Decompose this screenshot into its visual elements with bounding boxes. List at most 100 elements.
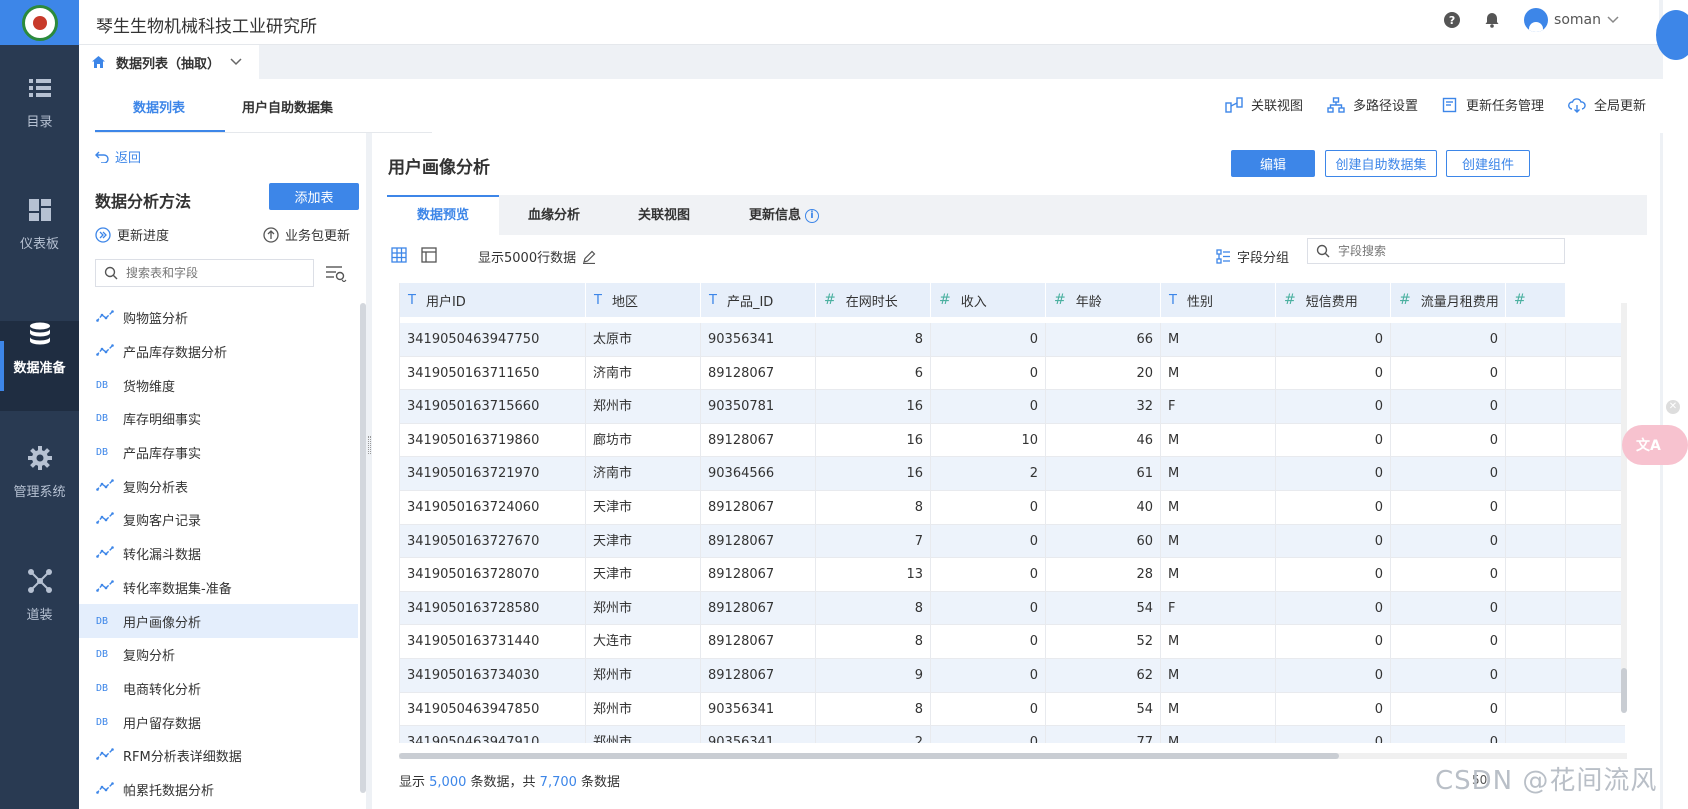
table-cell: 3419050163728070 bbox=[400, 558, 586, 592]
column-header[interactable]: T 用户ID bbox=[400, 283, 586, 317]
splitter-grip[interactable] bbox=[368, 436, 371, 454]
table-list-item[interactable]: DB 货物维度 bbox=[79, 368, 358, 402]
nav-item-catalog[interactable]: 目录 bbox=[0, 75, 79, 165]
table-cell: 大连市 bbox=[586, 625, 701, 659]
nav-label: 道装 bbox=[26, 608, 53, 623]
table-cell: 0 bbox=[931, 323, 1046, 356]
table-search[interactable] bbox=[95, 259, 314, 287]
column-header[interactable]: # bbox=[1506, 283, 1566, 317]
bell-icon[interactable] bbox=[1484, 12, 1500, 28]
table-list-label: 用户留存数据 bbox=[123, 716, 202, 732]
grid-view-icon[interactable] bbox=[391, 247, 407, 263]
table-row: 3419050163724060 天津市 89128067 8 0 40 M 0 0 bbox=[400, 490, 1625, 525]
tab-update-info[interactable]: 更新信息 i bbox=[719, 195, 849, 235]
sidebar: 返回 数据分析方法 添加表 更新进度 业务包更新 购物篮分析产品库存数据分析 DB… bbox=[79, 133, 366, 809]
horizontal-scroll-thumb[interactable] bbox=[399, 753, 1339, 759]
column-header[interactable]: T 产品_ID bbox=[701, 283, 816, 317]
info-icon[interactable]: i bbox=[805, 208, 819, 223]
tab-data-preview[interactable]: 数据预览 bbox=[387, 195, 499, 235]
upload-icon bbox=[263, 226, 279, 243]
column-header-label: 短信费用 bbox=[1305, 294, 1358, 310]
global-update-button[interactable]: 全局更新 bbox=[1568, 95, 1646, 114]
column-header-label: 收入 bbox=[960, 294, 987, 310]
tab-relation-view[interactable]: 关联视图 bbox=[609, 195, 719, 235]
table-list-item[interactable]: 转化率数据集-准备 bbox=[79, 571, 358, 605]
column-header[interactable]: T 性别 bbox=[1161, 283, 1276, 317]
table-cell: 3419050163728580 bbox=[400, 591, 586, 625]
nav-item-dashboard[interactable]: 仪表板 bbox=[0, 197, 79, 287]
table-list-item[interactable]: 复购客户记录 bbox=[79, 503, 358, 537]
table-list-item[interactable]: 产品库存数据分析 bbox=[79, 335, 358, 369]
user-menu[interactable]: soman bbox=[1524, 8, 1619, 32]
add-table-button[interactable]: 添加表 bbox=[269, 183, 359, 210]
nav-item-network[interactable]: 道装 bbox=[0, 568, 79, 658]
column-header[interactable]: # 收入 bbox=[931, 283, 1046, 317]
table-search-input[interactable] bbox=[126, 266, 313, 280]
table-cell: 天津市 bbox=[586, 490, 701, 524]
db-table-icon: DB bbox=[96, 379, 109, 391]
nav-item-data-prep[interactable]: 数据准备 bbox=[0, 321, 79, 411]
table-cell: 0 bbox=[931, 390, 1046, 424]
filter-list-icon[interactable] bbox=[325, 264, 347, 282]
table-cell: 90356341 bbox=[701, 726, 816, 743]
package-update-button[interactable]: 业务包更新 bbox=[263, 225, 350, 244]
help-icon[interactable]: ? bbox=[1444, 12, 1461, 28]
number-type-icon: # bbox=[1514, 292, 1526, 308]
column-header[interactable]: # 年龄 bbox=[1046, 283, 1161, 317]
table-list-item[interactable]: DB 复购分析 bbox=[79, 638, 358, 672]
text-type-icon: T bbox=[408, 292, 416, 308]
layout-icon[interactable] bbox=[421, 247, 437, 263]
table-list-item[interactable]: DB 电商转化分析 bbox=[79, 672, 358, 706]
field-search[interactable] bbox=[1307, 238, 1565, 264]
table-list-item[interactable]: RFM分析表详细数据 bbox=[79, 739, 358, 773]
vertical-scrollbar[interactable] bbox=[1621, 303, 1627, 708]
relation-icon bbox=[1225, 96, 1243, 113]
page-title: 用户画像分析 bbox=[388, 158, 490, 178]
logo[interactable] bbox=[0, 0, 79, 45]
table-list-item[interactable]: DB 用户留存数据 bbox=[79, 705, 358, 739]
update-progress-button[interactable]: 更新进度 bbox=[95, 225, 169, 244]
table-cell: M bbox=[1161, 658, 1276, 692]
table-list-item[interactable]: DB 用户画像分析 bbox=[79, 604, 358, 638]
assistant-bubble[interactable] bbox=[1656, 10, 1688, 60]
create-component-button[interactable]: 创建组件 bbox=[1446, 150, 1530, 177]
table-cell bbox=[1506, 658, 1566, 692]
table-list-item[interactable]: 转化漏斗数据 bbox=[79, 537, 358, 571]
rows-setting[interactable]: 显示5000行数据 bbox=[478, 247, 596, 266]
task-management-button[interactable]: 更新任务管理 bbox=[1442, 95, 1544, 114]
translate-button[interactable]: 文A bbox=[1622, 425, 1688, 465]
column-header[interactable]: T 地区 bbox=[586, 283, 701, 317]
tab-lineage[interactable]: 血缘分析 bbox=[499, 195, 609, 235]
nav-item-admin[interactable]: 管理系统 bbox=[0, 445, 79, 535]
field-group-button[interactable]: 字段分组 bbox=[1216, 247, 1289, 266]
table-cell: 0 bbox=[1391, 356, 1506, 390]
column-header[interactable]: # 短信费用 bbox=[1276, 283, 1391, 317]
subtab-self-service[interactable]: 用户自助数据集 bbox=[242, 97, 333, 116]
network-icon bbox=[27, 569, 52, 593]
table-list-label: RFM分析表详细数据 bbox=[123, 750, 242, 766]
tab-data-list[interactable]: 数据列表（抽取） bbox=[79, 45, 259, 79]
back-button[interactable]: 返回 bbox=[95, 147, 141, 166]
chevron-down-icon[interactable] bbox=[230, 58, 242, 66]
multipath-button[interactable]: 多路径设置 bbox=[1327, 95, 1418, 114]
table-list-item[interactable]: DB 库存明细事实 bbox=[79, 402, 358, 436]
table-list-item[interactable]: 购物篮分析 bbox=[79, 301, 358, 335]
grid-footer: 显示 5,000 条数据，共 7,700 条数据 bbox=[399, 771, 620, 790]
vertical-scroll-thumb[interactable] bbox=[1621, 668, 1627, 713]
table-list-item[interactable]: DB 产品库存事实 bbox=[79, 436, 358, 470]
pencil-icon[interactable] bbox=[582, 250, 596, 264]
table-cell: 0 bbox=[1391, 423, 1506, 457]
relation-view-button[interactable]: 关联视图 bbox=[1225, 95, 1303, 114]
field-search-input[interactable] bbox=[1338, 244, 1538, 258]
table-list-item[interactable]: 帕累托数据分析 bbox=[79, 773, 358, 807]
table-cell: 0 bbox=[931, 692, 1046, 726]
subtab-data-list[interactable]: 数据列表 bbox=[133, 97, 185, 116]
edit-button[interactable]: 编辑 bbox=[1231, 150, 1315, 177]
table-cell: 3419050163734030 bbox=[400, 658, 586, 692]
create-dataset-button[interactable]: 创建自助数据集 bbox=[1325, 150, 1437, 177]
close-icon[interactable]: ✕ bbox=[1666, 400, 1680, 414]
table-list-item[interactable]: 复购分析表 bbox=[79, 469, 358, 503]
column-header[interactable]: # 流量月租费用 bbox=[1391, 283, 1506, 317]
column-header[interactable]: # 在网时长 bbox=[816, 283, 931, 317]
table-cell: F bbox=[1161, 390, 1276, 424]
